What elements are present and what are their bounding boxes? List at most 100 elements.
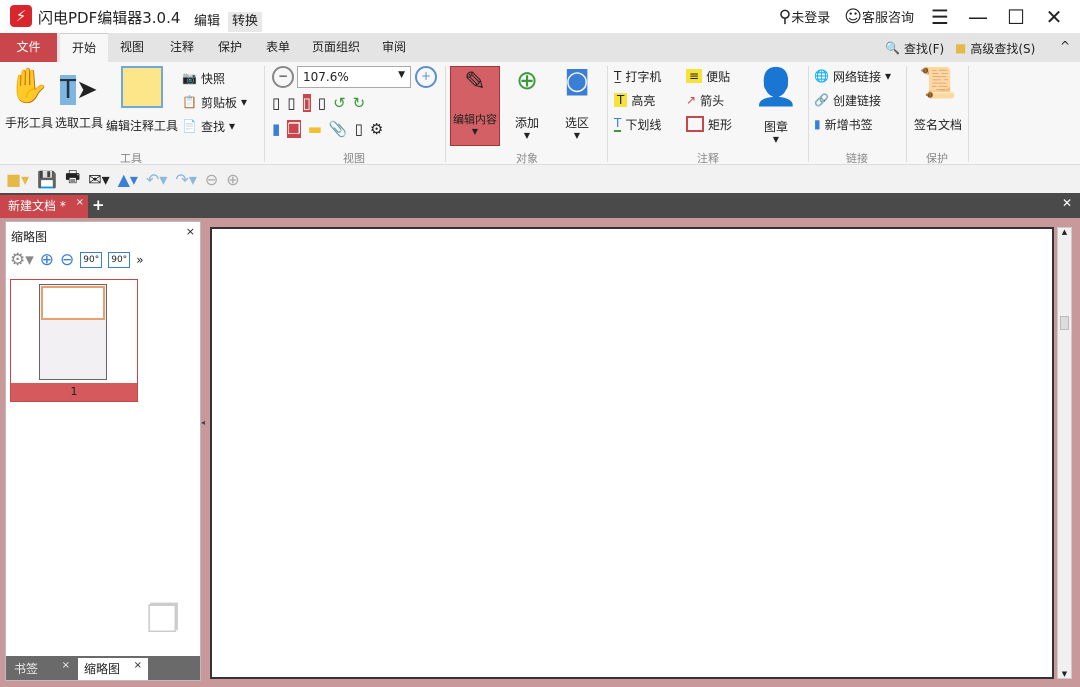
forward-icon[interactable]: ⊕ bbox=[226, 170, 239, 189]
rotate-left-icon[interactable]: ↺ bbox=[333, 94, 346, 112]
bookmark-add-icon: ▮ bbox=[814, 117, 821, 131]
fit-page-icon[interactable]: ▯ bbox=[287, 94, 295, 112]
bookmark-icon[interactable]: ▮ bbox=[272, 120, 280, 138]
find-icon: 🔍 bbox=[885, 41, 900, 55]
stamp-button[interactable]: 👤 图章 ▼ bbox=[752, 66, 800, 144]
rotate-right-page-icon[interactable]: 90° bbox=[108, 252, 131, 268]
close-tab-icon[interactable]: × bbox=[76, 191, 84, 214]
close-icon[interactable]: × bbox=[134, 660, 142, 671]
menu-start[interactable]: 开始 bbox=[60, 33, 108, 62]
back-icon[interactable]: ⊖ bbox=[205, 170, 218, 189]
edit-content-button[interactable]: ✎ 编辑内容 ▼ bbox=[450, 66, 500, 146]
support-button[interactable]: ☺客服咨询 bbox=[844, 7, 914, 27]
advanced-find-button[interactable]: ■ 高级查找(S) bbox=[955, 36, 1035, 60]
panel-splitter[interactable]: ◂ bbox=[201, 418, 205, 427]
fit-visible-icon[interactable]: ▯ bbox=[318, 94, 326, 112]
page-thumbnail[interactable]: 1 bbox=[10, 279, 138, 402]
vertical-scrollbar[interactable]: ▲ ▼ bbox=[1057, 227, 1072, 679]
web-link-button[interactable]: 🌐 网络链接 ▾ bbox=[814, 64, 891, 88]
divider bbox=[906, 66, 907, 162]
chevron-down-icon: ▼ bbox=[573, 131, 581, 140]
document-page[interactable] bbox=[210, 227, 1054, 679]
underline-button[interactable]: T 下划线 bbox=[614, 112, 661, 136]
menu-review[interactable]: 审阅 bbox=[372, 33, 416, 62]
highlight-button[interactable]: T 高亮 bbox=[614, 88, 661, 112]
comment-icon[interactable]: ▬ bbox=[308, 120, 322, 138]
document-tab[interactable]: 新建文档 * × bbox=[0, 195, 88, 218]
save-icon[interactable]: 💾 bbox=[37, 170, 57, 189]
menu-annotate[interactable]: 注释 bbox=[160, 33, 204, 62]
more-icon[interactable]: » bbox=[136, 253, 143, 267]
panel-close-icon[interactable]: × bbox=[186, 225, 195, 238]
menu-icon[interactable]: ☰ bbox=[928, 5, 952, 29]
thumb-zoom-in-icon[interactable]: ⊕ bbox=[40, 250, 54, 270]
divider bbox=[445, 66, 446, 162]
edit-annotation-tool-button[interactable]: 编辑注释工具 bbox=[106, 66, 178, 134]
collapse-ribbon-icon[interactable]: ^ bbox=[1060, 39, 1070, 53]
group-label-tools: 工具 bbox=[120, 152, 142, 165]
email-icon[interactable]: ✉▾ bbox=[88, 170, 109, 189]
ribbon: ✋ 手形工具 T➤ 选取工具 编辑注释工具 📷 快照 📋 剪贴板 ▾ 📄 查找 ▾ 工具 − … bbox=[0, 62, 1080, 165]
add-icon: ⊕ bbox=[516, 66, 538, 96]
stamp-icon: 👤 bbox=[753, 67, 799, 108]
snapshot-button[interactable]: 📷 快照 bbox=[182, 66, 247, 90]
new-tab-button[interactable]: + bbox=[92, 196, 105, 214]
menu-form[interactable]: 表单 bbox=[256, 33, 300, 62]
underline-icon: T bbox=[614, 116, 622, 132]
edit-content-icon: ✎ bbox=[464, 67, 486, 97]
scan-icon[interactable]: ▲▾ bbox=[118, 170, 138, 189]
zoom-out-button[interactable]: − bbox=[272, 66, 294, 88]
print-icon[interactable]: 🖶 bbox=[65, 166, 80, 193]
scroll-thumb[interactable] bbox=[1060, 316, 1069, 330]
rotate-right-icon[interactable]: ↻ bbox=[353, 94, 366, 112]
zoom-select[interactable]: 107.6% ▼ bbox=[297, 66, 411, 88]
zoom-in-button[interactable]: + bbox=[415, 66, 437, 88]
rectangle-icon bbox=[686, 116, 704, 132]
sticky-note-button[interactable]: ≡ 便贴 bbox=[686, 64, 732, 88]
text-layer-icon[interactable]: ▯ bbox=[355, 120, 363, 138]
menu-page-organize[interactable]: 页面组织 bbox=[302, 33, 370, 62]
select-area-button[interactable]: ◙ 选区 ▼ bbox=[554, 66, 600, 140]
app-logo-icon: ⚡ bbox=[10, 5, 32, 27]
close-all-icon[interactable]: ✕ bbox=[1062, 196, 1072, 210]
new-bookmark-button[interactable]: ▮ 新增书签 bbox=[814, 112, 891, 136]
find-button[interactable]: 🔍 查找(F) bbox=[885, 36, 944, 60]
find-tool-button[interactable]: 📄 查找 ▾ bbox=[182, 114, 247, 138]
app-title: 闪电PDF编辑器3.0.4 bbox=[38, 9, 181, 27]
close-icon[interactable]: × bbox=[62, 660, 70, 671]
select-tool-button[interactable]: T➤ 选取工具 bbox=[54, 66, 104, 131]
hand-tool-button[interactable]: ✋ 手形工具 bbox=[4, 66, 54, 131]
tab-bookmarks[interactable]: 书签 × bbox=[8, 658, 76, 678]
arrow-button[interactable]: ↗ 箭头 bbox=[686, 88, 732, 112]
fit-width-icon[interactable]: ▯ bbox=[302, 94, 311, 112]
rectangle-button[interactable]: 矩形 bbox=[686, 112, 732, 136]
menu-protect[interactable]: 保护 bbox=[208, 33, 252, 62]
menu-file[interactable]: 文件 bbox=[0, 33, 57, 62]
pages-icon[interactable]: ❐ bbox=[287, 120, 301, 138]
document-tab-bar: 新建文档 * × + ✕ bbox=[0, 193, 1080, 218]
maximize-button[interactable]: ☐ bbox=[1004, 5, 1028, 29]
add-button[interactable]: ⊕ 添加 ▼ bbox=[504, 66, 550, 140]
tab-thumbnails[interactable]: 缩略图 × bbox=[78, 658, 148, 680]
thumb-zoom-out-icon[interactable]: ⊖ bbox=[60, 250, 74, 270]
attachment-icon[interactable]: 📎 bbox=[329, 120, 348, 138]
minimize-button[interactable]: — bbox=[966, 5, 990, 29]
login-button[interactable]: ⚲未登录 bbox=[779, 7, 830, 27]
undo-icon[interactable]: ↶▾ bbox=[146, 170, 167, 189]
redo-icon[interactable]: ↷▾ bbox=[175, 170, 196, 189]
settings-icon[interactable]: ⚙▾ bbox=[10, 250, 34, 270]
close-button[interactable]: ✕ bbox=[1042, 5, 1066, 29]
select-area-icon: ◙ bbox=[564, 66, 590, 96]
mode-tab-convert[interactable]: 转换 bbox=[228, 12, 263, 32]
rotate-left-page-icon[interactable]: 90° bbox=[80, 252, 103, 268]
menu-view[interactable]: 视图 bbox=[110, 33, 154, 62]
sign-document-button[interactable]: 📜 签名文档 bbox=[910, 66, 966, 133]
settings-doc-icon[interactable]: ⚙ bbox=[370, 120, 383, 138]
mode-tab-edit[interactable]: 编辑 bbox=[190, 12, 224, 32]
typewriter-button[interactable]: T̲ 打字机 bbox=[614, 64, 661, 88]
actual-size-icon[interactable]: ▯ bbox=[272, 94, 280, 112]
folder-search-icon: ■ bbox=[955, 41, 967, 55]
clipboard-button[interactable]: 📋 剪贴板 ▾ bbox=[182, 90, 247, 114]
open-folder-icon[interactable]: ■▾ bbox=[6, 170, 29, 189]
create-link-button[interactable]: 🔗 创建链接 bbox=[814, 88, 891, 112]
